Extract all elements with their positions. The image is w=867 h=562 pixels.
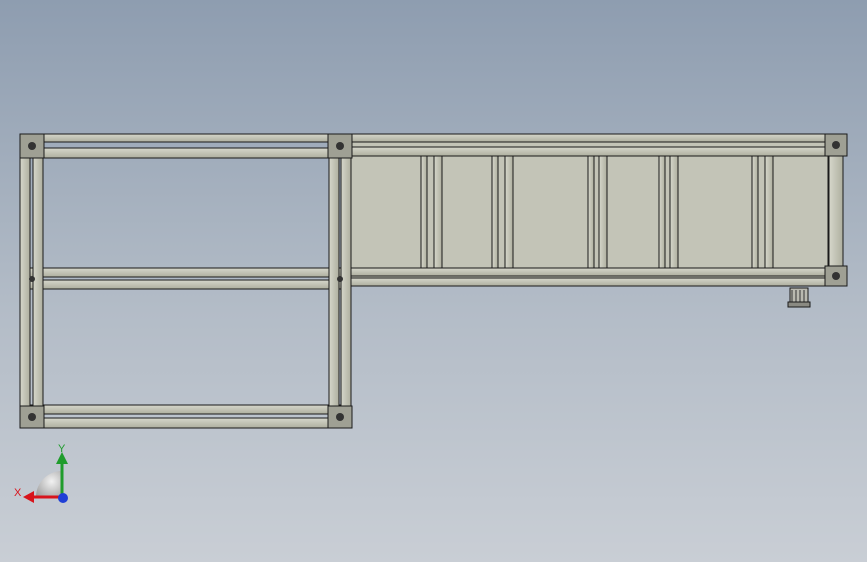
frame-bottom-rail-inner — [21, 417, 351, 429]
x-axis-arrow — [23, 491, 34, 503]
frame-right-post-inner — [340, 133, 352, 429]
z-axis-dot — [58, 493, 68, 503]
divider — [598, 155, 608, 269]
conveyor-bottom-rail-inner — [344, 277, 846, 287]
conveyor-top-rail — [344, 133, 834, 143]
frame-right-post — [328, 133, 340, 429]
frame-bottom-rail — [21, 404, 351, 415]
divider — [669, 155, 679, 269]
conveyor-top-rail-inner — [344, 146, 834, 157]
connector-bolt — [832, 272, 840, 280]
divider — [751, 155, 759, 269]
divider — [433, 155, 443, 269]
orientation-triad[interactable]: Y X — [12, 440, 82, 510]
conveyor-section — [344, 133, 848, 308]
divider — [587, 155, 595, 269]
triad-plane — [36, 471, 62, 497]
y-axis-label: Y — [58, 443, 66, 455]
divider — [420, 155, 428, 269]
frame-top-rail-inner — [21, 147, 351, 159]
drive-motor — [787, 287, 811, 308]
conveyor-bottom-rail — [344, 267, 846, 277]
divider — [504, 155, 514, 269]
connector-bolt — [832, 141, 840, 149]
divider — [491, 155, 499, 269]
frame-middle-rail — [21, 267, 351, 278]
x-axis-label: X — [14, 487, 22, 499]
frame-section — [19, 133, 353, 429]
graphics-viewport[interactable]: Y X — [0, 0, 867, 562]
frame-middle-rail-inner — [21, 279, 351, 290]
divider — [764, 155, 774, 269]
conveyor-end-post — [828, 137, 844, 287]
model-drawing — [19, 133, 848, 429]
divider — [658, 155, 666, 269]
frame-left-post — [19, 133, 31, 429]
frame-top-rail — [21, 133, 351, 143]
frame-left-post-inner — [32, 133, 44, 429]
